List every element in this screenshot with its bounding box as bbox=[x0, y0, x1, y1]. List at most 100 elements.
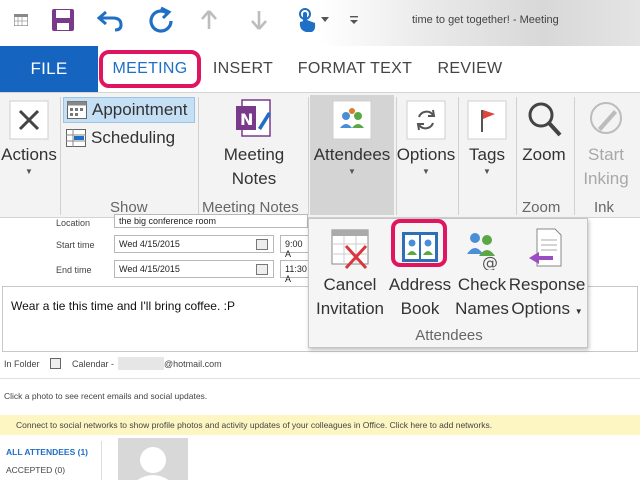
cancel-invitation-label-1: Cancel bbox=[323, 275, 377, 294]
response-options-label-text: Options bbox=[511, 299, 570, 318]
meeting-notes-label-2: Notes bbox=[231, 169, 277, 188]
save-icon[interactable] bbox=[46, 4, 80, 36]
attendees-label: Attendees bbox=[313, 145, 391, 164]
scheduling-label: Scheduling bbox=[91, 128, 176, 147]
appointment-button[interactable]: Appointment bbox=[63, 97, 195, 123]
tab-review[interactable]: REVIEW bbox=[430, 46, 510, 92]
tab-format-text[interactable]: FORMAT TEXT bbox=[290, 46, 420, 92]
meeting-tab-highlight bbox=[99, 50, 201, 88]
ribbon-separator bbox=[574, 97, 575, 215]
actions-button[interactable]: Actions ▼ bbox=[0, 97, 58, 177]
accepted-filter[interactable]: ACCEPTED (0) bbox=[6, 465, 65, 475]
window-title: time to get together! - Meeting bbox=[412, 14, 559, 26]
calendar-icon bbox=[66, 100, 88, 120]
calendar-folder-label: Calendar - bbox=[72, 359, 115, 369]
delete-x-icon bbox=[7, 97, 51, 143]
location-label: Location bbox=[56, 218, 91, 228]
ribbon-separator bbox=[308, 97, 309, 215]
calendar-picker-icon[interactable] bbox=[256, 264, 268, 275]
ribbon-separator bbox=[458, 97, 459, 215]
social-networks-bar[interactable]: Connect to social networks to show profi… bbox=[0, 415, 640, 435]
appointment-label: Appointment bbox=[92, 100, 188, 119]
attendees-dropdown: Cancel Invitation Address Book @ Check N… bbox=[308, 218, 588, 348]
address-book-label-2: Book bbox=[400, 299, 440, 318]
customize-qat-icon[interactable] bbox=[344, 4, 364, 36]
chevron-down-icon: ▼ bbox=[25, 167, 33, 176]
zoom-label: Zoom bbox=[522, 145, 566, 164]
attendees-group-label: Attendees bbox=[415, 327, 483, 344]
ribbon: Actions ▼ Appointment Scheduling Show N … bbox=[0, 92, 640, 218]
arrow-down-icon[interactable] bbox=[242, 4, 276, 36]
ribbon-tabs: FILE MEETING INSERT FORMAT TEXT REVIEW bbox=[0, 46, 640, 92]
zoom-group-label: Zoom bbox=[522, 199, 561, 216]
tab-insert[interactable]: INSERT bbox=[208, 46, 278, 92]
chevron-down-icon: ▼ bbox=[348, 167, 356, 176]
svg-text:N: N bbox=[240, 110, 253, 129]
redacted-email bbox=[118, 357, 164, 370]
outlook-app-icon[interactable] bbox=[4, 4, 38, 36]
start-inking-label-2: Inking bbox=[583, 169, 629, 188]
calendar-folder-icon bbox=[50, 358, 61, 369]
attendees-icon bbox=[330, 97, 374, 143]
cancel-invitation-icon bbox=[325, 223, 375, 273]
response-options-icon bbox=[522, 223, 572, 273]
ribbon-separator bbox=[198, 97, 199, 215]
scheduling-grid-icon bbox=[65, 128, 87, 148]
tab-file[interactable]: FILE bbox=[0, 46, 98, 92]
start-time-field[interactable]: 9:00 A bbox=[280, 235, 310, 259]
chevron-down-icon: ▼ bbox=[422, 167, 430, 176]
attendee-filter-panel: ALL ATTENDEES (1) ACCEPTED (0) bbox=[0, 441, 102, 480]
start-time-label: Start time bbox=[56, 240, 95, 250]
redo-icon[interactable] bbox=[144, 4, 178, 36]
check-names-label-1: Check bbox=[457, 275, 507, 294]
ink-group-label: Ink bbox=[594, 199, 615, 216]
actions-label: Actions bbox=[1, 145, 57, 164]
touch-mode-dropdown-icon[interactable] bbox=[320, 4, 330, 36]
title-bar: time to get together! - Meeting bbox=[0, 0, 640, 46]
end-time-label: End time bbox=[56, 265, 92, 275]
touch-mode-icon[interactable] bbox=[290, 4, 324, 36]
check-names-label-2: Names bbox=[455, 299, 509, 318]
response-options-button[interactable]: Response Options ▼ bbox=[507, 223, 587, 324]
ribbon-separator bbox=[60, 97, 61, 215]
calendar-picker-icon[interactable] bbox=[256, 239, 268, 250]
pen-icon bbox=[584, 97, 628, 143]
attendees-button[interactable]: Attendees ▼ bbox=[310, 97, 394, 177]
flag-icon bbox=[465, 97, 509, 143]
response-options-label-1: Response bbox=[508, 275, 586, 294]
chevron-down-icon: ▼ bbox=[574, 307, 583, 316]
photo-hint: Click a photo to see recent emails and s… bbox=[4, 391, 208, 401]
meeting-notes-label-1: Meeting bbox=[223, 145, 285, 164]
response-options-label-2: Options ▼ bbox=[511, 297, 582, 324]
address-book-label-1: Address bbox=[388, 275, 452, 294]
calendar-account: @hotmail.com bbox=[164, 359, 222, 369]
svg-text:@: @ bbox=[482, 253, 498, 270]
options-label: Options bbox=[396, 145, 456, 164]
onenote-icon: N bbox=[232, 97, 276, 143]
divider bbox=[0, 378, 640, 379]
in-folder-label: In Folder bbox=[4, 359, 40, 369]
all-attendees-filter[interactable]: ALL ATTENDEES (1) bbox=[6, 447, 88, 457]
options-button[interactable]: Options ▼ bbox=[396, 97, 456, 177]
start-date-field[interactable]: Wed 4/15/2015 bbox=[114, 235, 274, 253]
cancel-invitation-button[interactable]: Cancel Invitation bbox=[311, 223, 389, 321]
refresh-options-icon bbox=[404, 97, 448, 143]
end-date-field[interactable]: Wed 4/15/2015 bbox=[114, 260, 274, 278]
undo-icon[interactable] bbox=[94, 4, 128, 36]
meeting-notes-button[interactable]: N Meeting Notes bbox=[212, 97, 296, 191]
tags-label: Tags bbox=[469, 145, 505, 164]
check-names-button[interactable]: @ Check Names bbox=[453, 223, 511, 321]
end-time-field[interactable]: 11:30 A bbox=[280, 260, 310, 284]
start-inking-button[interactable]: Start Inking bbox=[576, 97, 636, 191]
location-field[interactable]: the big conference room bbox=[114, 214, 308, 228]
avatar[interactable] bbox=[118, 438, 188, 480]
cancel-invitation-label-2: Invitation bbox=[315, 299, 385, 318]
arrow-up-icon[interactable] bbox=[192, 4, 226, 36]
check-names-icon: @ bbox=[457, 223, 507, 273]
start-inking-label-1: Start bbox=[588, 145, 624, 164]
address-book-highlight bbox=[391, 219, 447, 267]
tags-button[interactable]: Tags ▼ bbox=[460, 97, 514, 177]
scheduling-button[interactable]: Scheduling bbox=[63, 125, 195, 151]
magnifier-icon bbox=[522, 97, 566, 143]
zoom-button[interactable]: Zoom bbox=[516, 97, 572, 167]
